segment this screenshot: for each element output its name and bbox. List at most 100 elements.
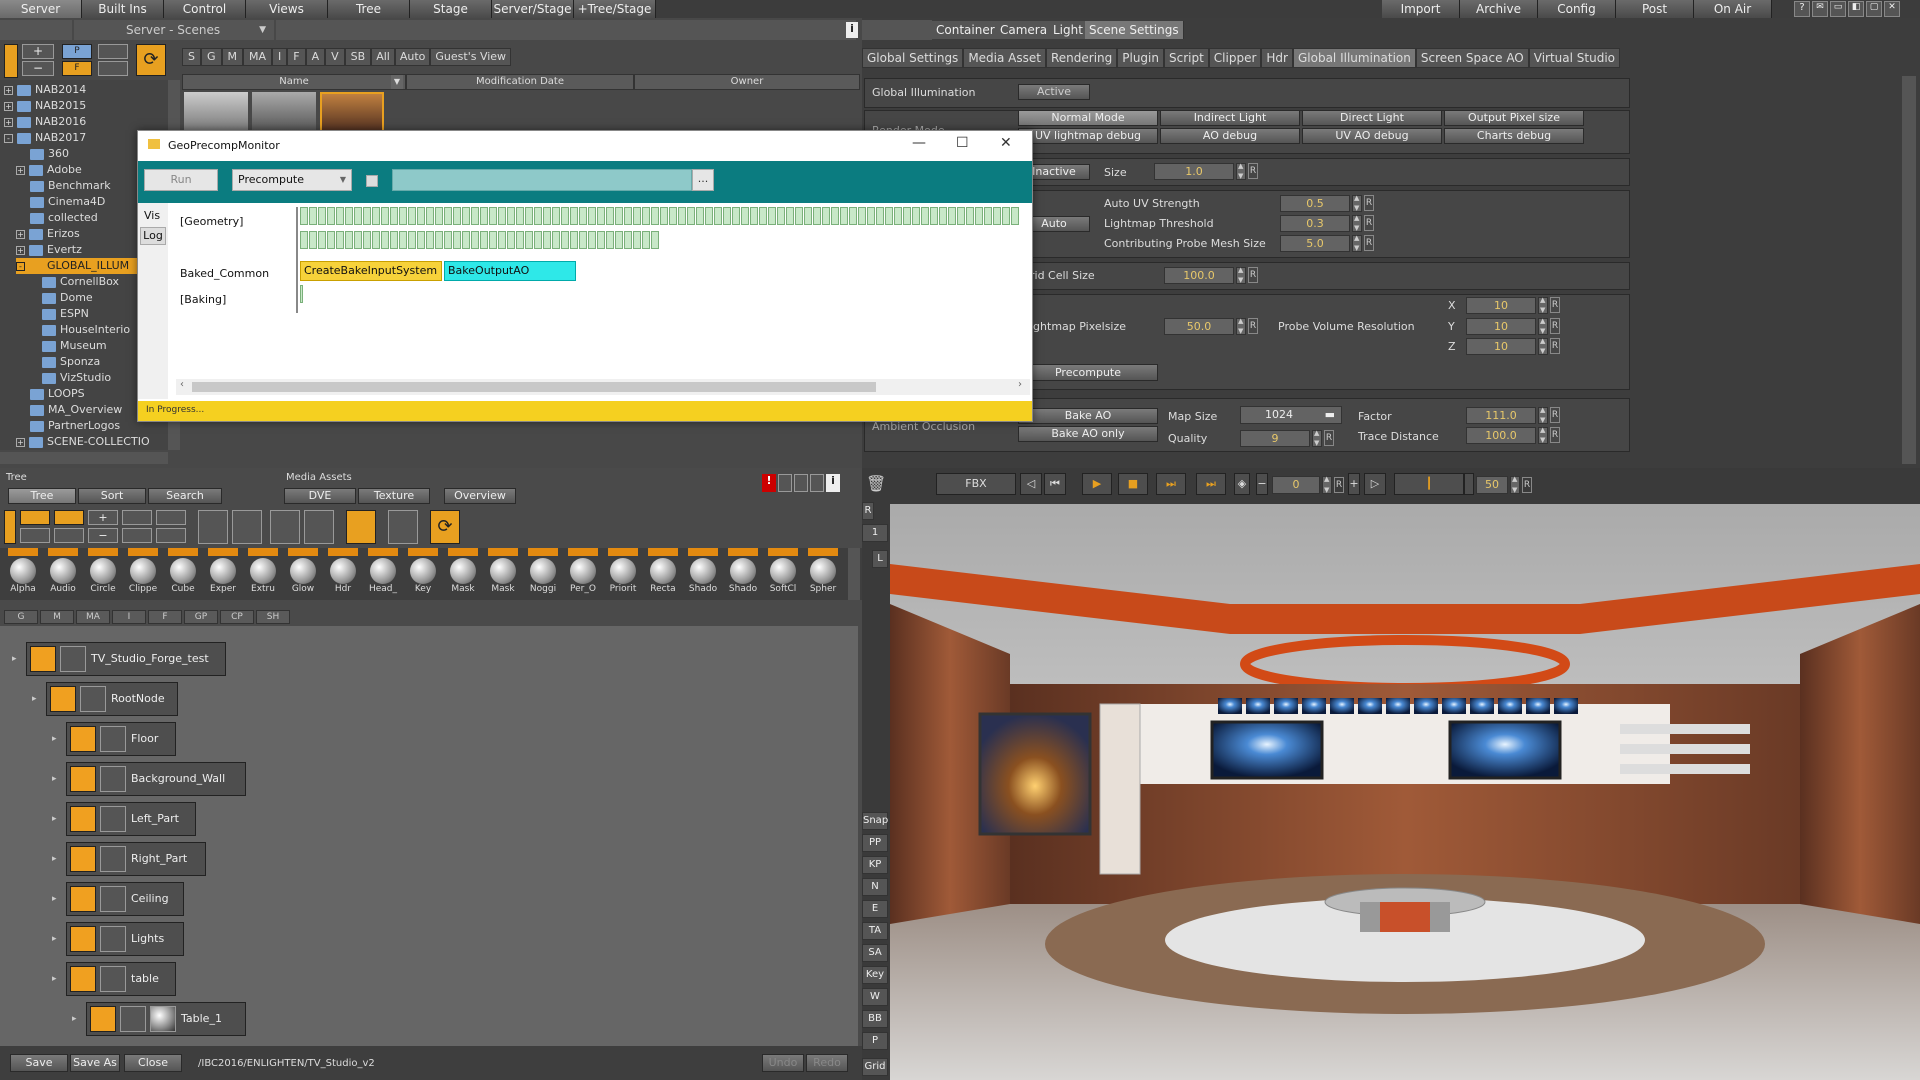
lightmap-pixelsize-reset[interactable]: R bbox=[1248, 318, 1258, 334]
tree-node[interactable]: table bbox=[66, 962, 176, 996]
scroll-left-icon[interactable]: ‹ bbox=[180, 379, 184, 390]
menu-config[interactable]: Config bbox=[1538, 0, 1616, 18]
node-filter-f[interactable]: F bbox=[148, 610, 182, 624]
panel-icon[interactable] bbox=[388, 510, 418, 544]
plugin-cube[interactable]: Cube bbox=[164, 548, 202, 596]
zoom-icon[interactable] bbox=[156, 510, 186, 525]
expand-icon[interactable]: + bbox=[16, 165, 25, 175]
plugin-glow[interactable]: Glow bbox=[284, 548, 322, 596]
menu-import[interactable]: Import bbox=[1382, 0, 1460, 18]
probe-x-stepper[interactable] bbox=[1538, 296, 1548, 314]
transform-icon[interactable] bbox=[100, 806, 126, 832]
frame-reset[interactable]: R bbox=[1334, 477, 1344, 493]
menu-stage[interactable]: Stage bbox=[410, 0, 492, 18]
render-viewport[interactable] bbox=[890, 504, 1920, 1080]
tree-item[interactable]: collected bbox=[30, 210, 98, 226]
transform-icon[interactable] bbox=[100, 886, 126, 912]
indirect-light-button[interactable]: Indirect Light bbox=[1160, 110, 1300, 126]
auto-uv-strength-field[interactable]: 0.5 bbox=[1280, 195, 1350, 212]
menu-control[interactable]: Control bbox=[164, 0, 246, 18]
save-button[interactable]: Save bbox=[10, 1054, 68, 1072]
menu-post[interactable]: Post bbox=[1616, 0, 1694, 18]
map-size-select[interactable]: 1024 ▬ bbox=[1240, 406, 1342, 424]
add-node-icon[interactable]: + bbox=[88, 510, 118, 525]
factor-field[interactable]: 111.0 bbox=[1466, 407, 1536, 424]
plus-icon[interactable]: + bbox=[1348, 473, 1360, 495]
plugin-clippe[interactable]: Clippe bbox=[124, 548, 162, 596]
minimize-icon[interactable]: — bbox=[912, 135, 926, 151]
filter-tab-s[interactable]: S bbox=[182, 48, 201, 66]
menu-on-air[interactable]: On Air bbox=[1694, 0, 1772, 18]
side-button-snap[interactable]: Snap bbox=[862, 812, 888, 830]
tree-item[interactable]: + NAB2014 bbox=[4, 82, 86, 98]
mail-icon[interactable]: ✉ bbox=[1812, 1, 1828, 17]
f-icon[interactable]: F bbox=[62, 61, 92, 76]
expand-icon[interactable]: + bbox=[4, 85, 13, 95]
uv-lightmap-debug-button[interactable]: UV lightmap debug bbox=[1018, 128, 1158, 144]
find-icon[interactable] bbox=[156, 528, 186, 543]
tree-pin-icon[interactable] bbox=[4, 510, 16, 544]
expand-icon[interactable]: + bbox=[4, 101, 13, 111]
tab-media-asset[interactable]: Media Asset bbox=[963, 48, 1046, 68]
direct-light-button[interactable]: Direct Light bbox=[1302, 110, 1442, 126]
skip-end-icon[interactable]: ⏭ bbox=[1196, 473, 1226, 495]
lightmap-threshold-reset[interactable]: R bbox=[1364, 215, 1374, 231]
tree-node[interactable]: Right_Part bbox=[66, 842, 206, 876]
trace-distance-reset[interactable]: R bbox=[1550, 427, 1560, 443]
task-create-bake-input[interactable]: CreateBakeInputSystem bbox=[300, 261, 442, 281]
quality-field[interactable]: 9 bbox=[1240, 430, 1310, 447]
side-button-pp[interactable]: PP bbox=[862, 834, 888, 852]
factor-stepper[interactable] bbox=[1538, 406, 1548, 424]
scene-thumbnail[interactable] bbox=[184, 92, 248, 132]
plugin-softcl[interactable]: SoftCl bbox=[764, 548, 802, 596]
split-icon[interactable] bbox=[122, 528, 152, 543]
help-icon[interactable]: ? bbox=[1794, 1, 1810, 17]
timeline-slider[interactable]: ┃ bbox=[1394, 473, 1464, 495]
filter-tab-g[interactable]: G bbox=[200, 48, 222, 66]
bake-ao-button[interactable]: Bake AO bbox=[1018, 408, 1158, 424]
probe-x-reset[interactable]: R bbox=[1550, 297, 1560, 313]
tab-global-settings[interactable]: Global Settings bbox=[862, 48, 964, 68]
path-input[interactable] bbox=[392, 169, 692, 191]
collapse-icon[interactable]: - bbox=[16, 261, 25, 271]
probe-mesh-size-field[interactable]: 5.0 bbox=[1280, 235, 1350, 252]
undo-button[interactable]: Undo bbox=[762, 1054, 804, 1072]
auto-uv-reset[interactable]: R bbox=[1364, 195, 1374, 211]
plugin-spher[interactable]: Spher bbox=[804, 548, 842, 596]
plugin-key[interactable]: Key bbox=[404, 548, 442, 596]
close-button[interactable]: Close bbox=[124, 1054, 182, 1072]
tab-light[interactable]: Light bbox=[1049, 21, 1088, 39]
probe-z-field[interactable]: 10 bbox=[1466, 338, 1536, 355]
scene-thumbnail[interactable] bbox=[252, 92, 316, 132]
side-button-kp[interactable]: KP bbox=[862, 856, 888, 874]
remove-node-icon[interactable]: − bbox=[88, 528, 118, 543]
tab-global-illumination[interactable]: Global Illumination bbox=[1292, 48, 1416, 68]
container-icon[interactable] bbox=[90, 1006, 116, 1032]
output-pixel-size-button[interactable]: Output Pixel size bbox=[1444, 110, 1584, 126]
auto-uv-stepper[interactable] bbox=[1352, 194, 1362, 212]
size-stepper[interactable] bbox=[1236, 162, 1246, 180]
column-name[interactable]: Name ▼ bbox=[182, 74, 406, 90]
tab-camera[interactable]: Camera bbox=[996, 21, 1053, 39]
merge-icon[interactable] bbox=[122, 510, 152, 525]
uv-ao-debug-button[interactable]: UV AO debug bbox=[1302, 128, 1442, 144]
save-as-button[interactable]: Save As bbox=[70, 1054, 120, 1072]
ao-debug-button[interactable]: AO debug bbox=[1160, 128, 1300, 144]
menu-views[interactable]: Views bbox=[246, 0, 328, 18]
node-expand-icon[interactable]: ▸ bbox=[52, 814, 57, 824]
tree-item[interactable]: HouseInterio bbox=[42, 322, 130, 338]
container-icon[interactable] bbox=[70, 766, 96, 792]
probe-mesh-stepper[interactable] bbox=[1352, 234, 1362, 252]
sphere-icon[interactable] bbox=[150, 1006, 176, 1032]
side-button-n[interactable]: N bbox=[862, 878, 888, 896]
transform-icon[interactable] bbox=[100, 926, 126, 952]
transform-icon[interactable] bbox=[100, 966, 126, 992]
tree-node[interactable]: Ceiling bbox=[66, 882, 184, 916]
container-add-icon[interactable] bbox=[20, 528, 50, 543]
tab-script[interactable]: Script bbox=[1163, 48, 1209, 68]
scene-star-icon[interactable] bbox=[4, 44, 18, 78]
plugin-audio[interactable]: Audio bbox=[44, 548, 82, 596]
tab-log[interactable]: Log bbox=[140, 227, 166, 245]
hierarchy-icon[interactable] bbox=[198, 510, 228, 544]
tree-item[interactable]: + Adobe bbox=[16, 162, 82, 178]
